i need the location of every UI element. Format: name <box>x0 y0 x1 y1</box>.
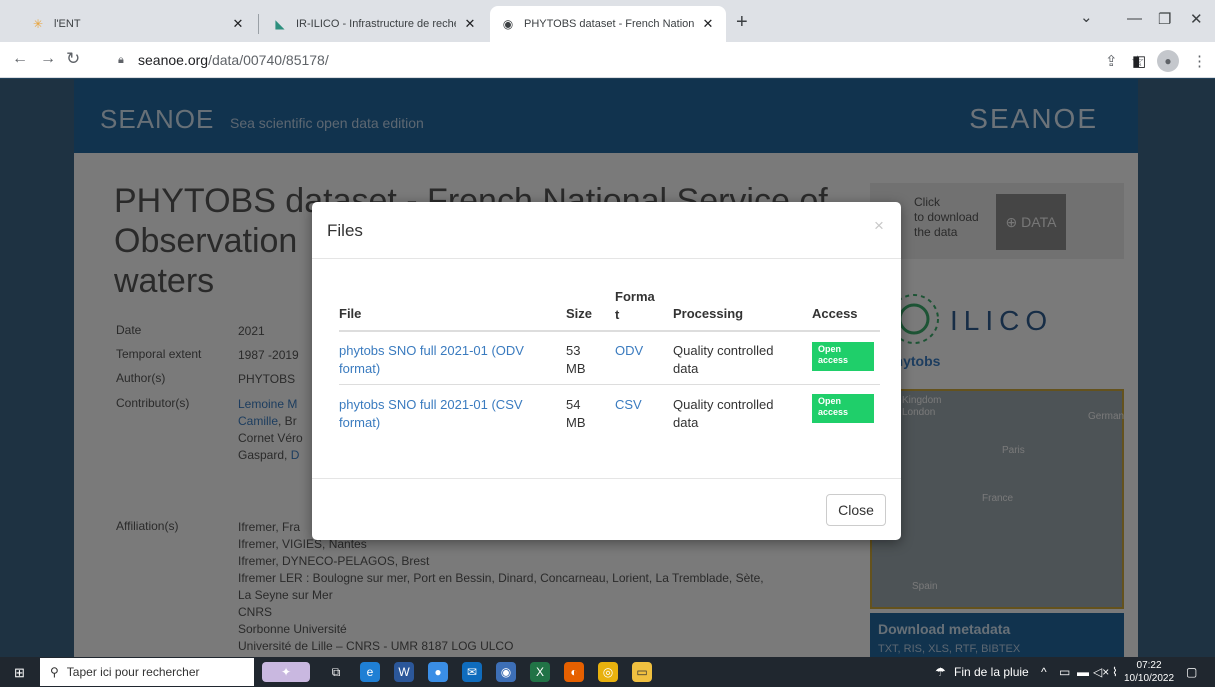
browser-toolbar: ← → ↻ 🔒︎ seanoe.org/data/00740/85178/ ⇪ … <box>0 42 1215 78</box>
forward-icon[interactable]: → <box>40 50 56 68</box>
profile-avatar[interactable]: ● <box>1157 50 1179 72</box>
minimize-icon[interactable]: — <box>1127 10 1142 27</box>
tab-search-icon[interactable]: ⌄ <box>1080 8 1093 26</box>
task-view-icon[interactable]: ⧉ <box>326 662 346 682</box>
open-access-badge: Open access <box>812 394 874 423</box>
windows-start-icon[interactable]: ⊞ <box>14 665 25 681</box>
tab-title: PHYTOBS dataset - French National Ser <box>524 18 694 30</box>
close-icon[interactable]: × <box>874 216 884 236</box>
file-link-csv[interactable]: phytobs SNO full 2021-01 (CSV format) <box>339 396 523 432</box>
close-tab-icon[interactable]: ✕ <box>230 16 246 32</box>
open-access-badge: Open access <box>812 342 874 371</box>
back-icon[interactable]: ← <box>12 50 28 68</box>
search-placeholder: Taper ici pour rechercher <box>66 665 200 679</box>
weather-icon[interactable]: ☂ <box>935 665 946 679</box>
browser-app-icon[interactable]: ◉ <box>496 662 516 682</box>
modal-header: Files × <box>312 202 901 259</box>
globe-icon: ◉ <box>502 17 514 31</box>
tray-chevron-icon[interactable]: ^ <box>1041 665 1047 679</box>
weather-text[interactable]: Fin de la pluie <box>954 665 1029 679</box>
files-modal: Files × File Size Forma t Processing Acc… <box>312 202 901 540</box>
file-link-odv[interactable]: phytobs SNO full 2021-01 (ODV format) <box>339 342 524 378</box>
file-size: 53 MB <box>566 343 586 376</box>
column-header-file: File <box>339 306 362 321</box>
edge-icon[interactable]: e <box>360 662 380 682</box>
close-tab-icon[interactable]: ✕ <box>700 16 716 32</box>
search-highlight-icon[interactable]: ✦ <box>262 662 310 682</box>
tab-ilico[interactable]: ◣ IR-ILICO - Infrastructure de recherche… <box>262 6 488 42</box>
app-icon[interactable]: ● <box>428 662 448 682</box>
browser-tab-strip: ✳ l'ENT ✕ ◣ IR-ILICO - Infrastructure de… <box>0 0 1215 42</box>
menu-kebab-icon[interactable]: ⋮ <box>1192 52 1207 70</box>
tab-title: l'ENT <box>54 18 81 30</box>
tab-phytobs[interactable]: ◉ PHYTOBS dataset - French National Ser … <box>490 6 726 42</box>
url-text: seanoe.org/data/00740/85178/ <box>138 52 329 68</box>
file-explorer-icon[interactable]: ▭ <box>632 662 652 682</box>
processing-status: Quality controlled data <box>673 397 774 430</box>
close-window-icon[interactable]: ✕ <box>1190 10 1203 28</box>
chrome-icon[interactable]: ◎ <box>598 662 618 682</box>
format-link-csv[interactable]: CSV <box>615 396 642 414</box>
ent-icon: ✳ <box>32 17 44 31</box>
windows-taskbar: ⊞ ⚲ Taper ici pour rechercher ✦ ⧉ e W ● … <box>0 657 1215 687</box>
address-bar[interactable]: 🔒︎ seanoe.org/data/00740/85178/ <box>112 47 1112 73</box>
column-header-format: Forma t <box>615 289 655 322</box>
format-link-odv[interactable]: ODV <box>615 342 643 360</box>
column-header-access: Access <box>812 306 858 321</box>
battery-icon[interactable]: ▬ <box>1077 665 1089 679</box>
row-divider <box>339 384 880 385</box>
file-size: 54 MB <box>566 397 586 430</box>
tab-title: IR-ILICO - Infrastructure de recherche l… <box>296 18 456 30</box>
mail-icon[interactable]: ✉ <box>462 662 482 682</box>
taskbar-clock[interactable]: 07:22 10/10/2022 <box>1124 659 1174 685</box>
share-icon[interactable]: ⇪ <box>1105 52 1118 70</box>
search-icon: ⚲ <box>50 665 59 679</box>
taskbar-search[interactable]: ⚲ Taper ici pour rechercher <box>40 658 254 686</box>
header-divider <box>339 330 880 332</box>
restore-icon[interactable]: ❐ <box>1158 10 1171 28</box>
processing-status: Quality controlled data <box>673 343 774 376</box>
volume-icon[interactable]: ◁× <box>1093 665 1109 679</box>
network-icon[interactable]: ⌇ <box>1112 665 1118 679</box>
modal-footer-divider <box>312 478 901 479</box>
tray-app-icon[interactable]: ▭ <box>1059 665 1070 679</box>
firefox-icon[interactable]: ◐ <box>564 662 584 682</box>
excel-icon[interactable]: X <box>530 662 550 682</box>
word-icon[interactable]: W <box>394 662 414 682</box>
modal-title: Files <box>327 221 363 240</box>
side-panel-icon[interactable]: ◧ <box>1132 52 1146 70</box>
close-button[interactable]: Close <box>826 494 886 526</box>
new-tab-icon[interactable]: + <box>736 12 748 32</box>
reload-icon[interactable]: ↻ <box>66 49 80 69</box>
close-tab-icon[interactable]: ✕ <box>462 16 478 32</box>
notifications-icon[interactable]: ▢ <box>1186 665 1197 679</box>
ilico-icon: ◣ <box>275 17 285 31</box>
tab-separator <box>258 14 259 34</box>
tab-ent[interactable]: ✳ l'ENT ✕ <box>20 6 256 42</box>
column-header-processing: Processing <box>673 306 744 321</box>
column-header-size: Size <box>566 306 593 321</box>
lock-icon: 🔒︎ <box>118 54 124 66</box>
